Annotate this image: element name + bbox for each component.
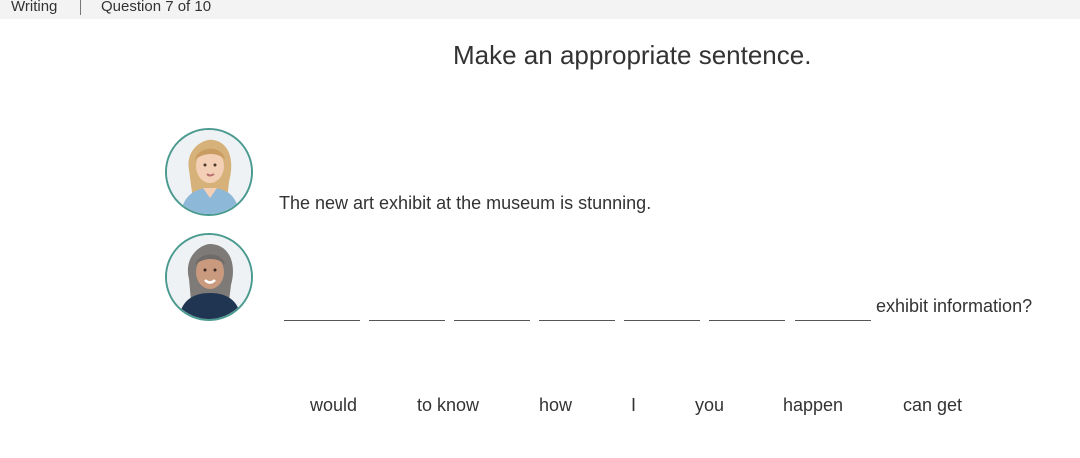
instruction-container: Make an appropriate sentence. (453, 40, 833, 71)
answer-blank-1[interactable] (284, 296, 360, 321)
woman-gray-hair-avatar-icon (167, 235, 251, 319)
answer-blank-6[interactable] (709, 296, 785, 321)
word-option[interactable]: you (695, 395, 724, 416)
answer-blank-3[interactable] (454, 296, 530, 321)
section-label: Writing (11, 0, 58, 15)
header-divider (80, 0, 81, 15)
word-option[interactable]: happen (783, 395, 843, 416)
word-option[interactable]: how (539, 395, 572, 416)
speaker-2-avatar (165, 233, 253, 321)
dialogue-line-1: The new art exhibit at the museum is stu… (279, 193, 652, 213)
word-option[interactable]: can get (903, 395, 962, 416)
answer-blank-7[interactable] (795, 296, 871, 321)
instruction-title: Make an appropriate sentence. (453, 40, 812, 70)
word-option[interactable]: to know (417, 395, 479, 416)
answer-blank-5[interactable] (624, 296, 700, 321)
answer-blank-2[interactable] (369, 296, 445, 321)
word-option[interactable]: would (310, 395, 357, 416)
woman-blonde-avatar-icon (167, 130, 251, 214)
dialogue-line-2-tail: exhibit information? (876, 296, 1033, 316)
top-bar: Writing Question 7 of 10 (0, 0, 1080, 19)
word-option[interactable]: I (631, 395, 636, 416)
question-progress: Question 7 of 10 (101, 0, 212, 15)
speaker-1-avatar (165, 128, 253, 216)
answer-blank-4[interactable] (539, 296, 615, 321)
